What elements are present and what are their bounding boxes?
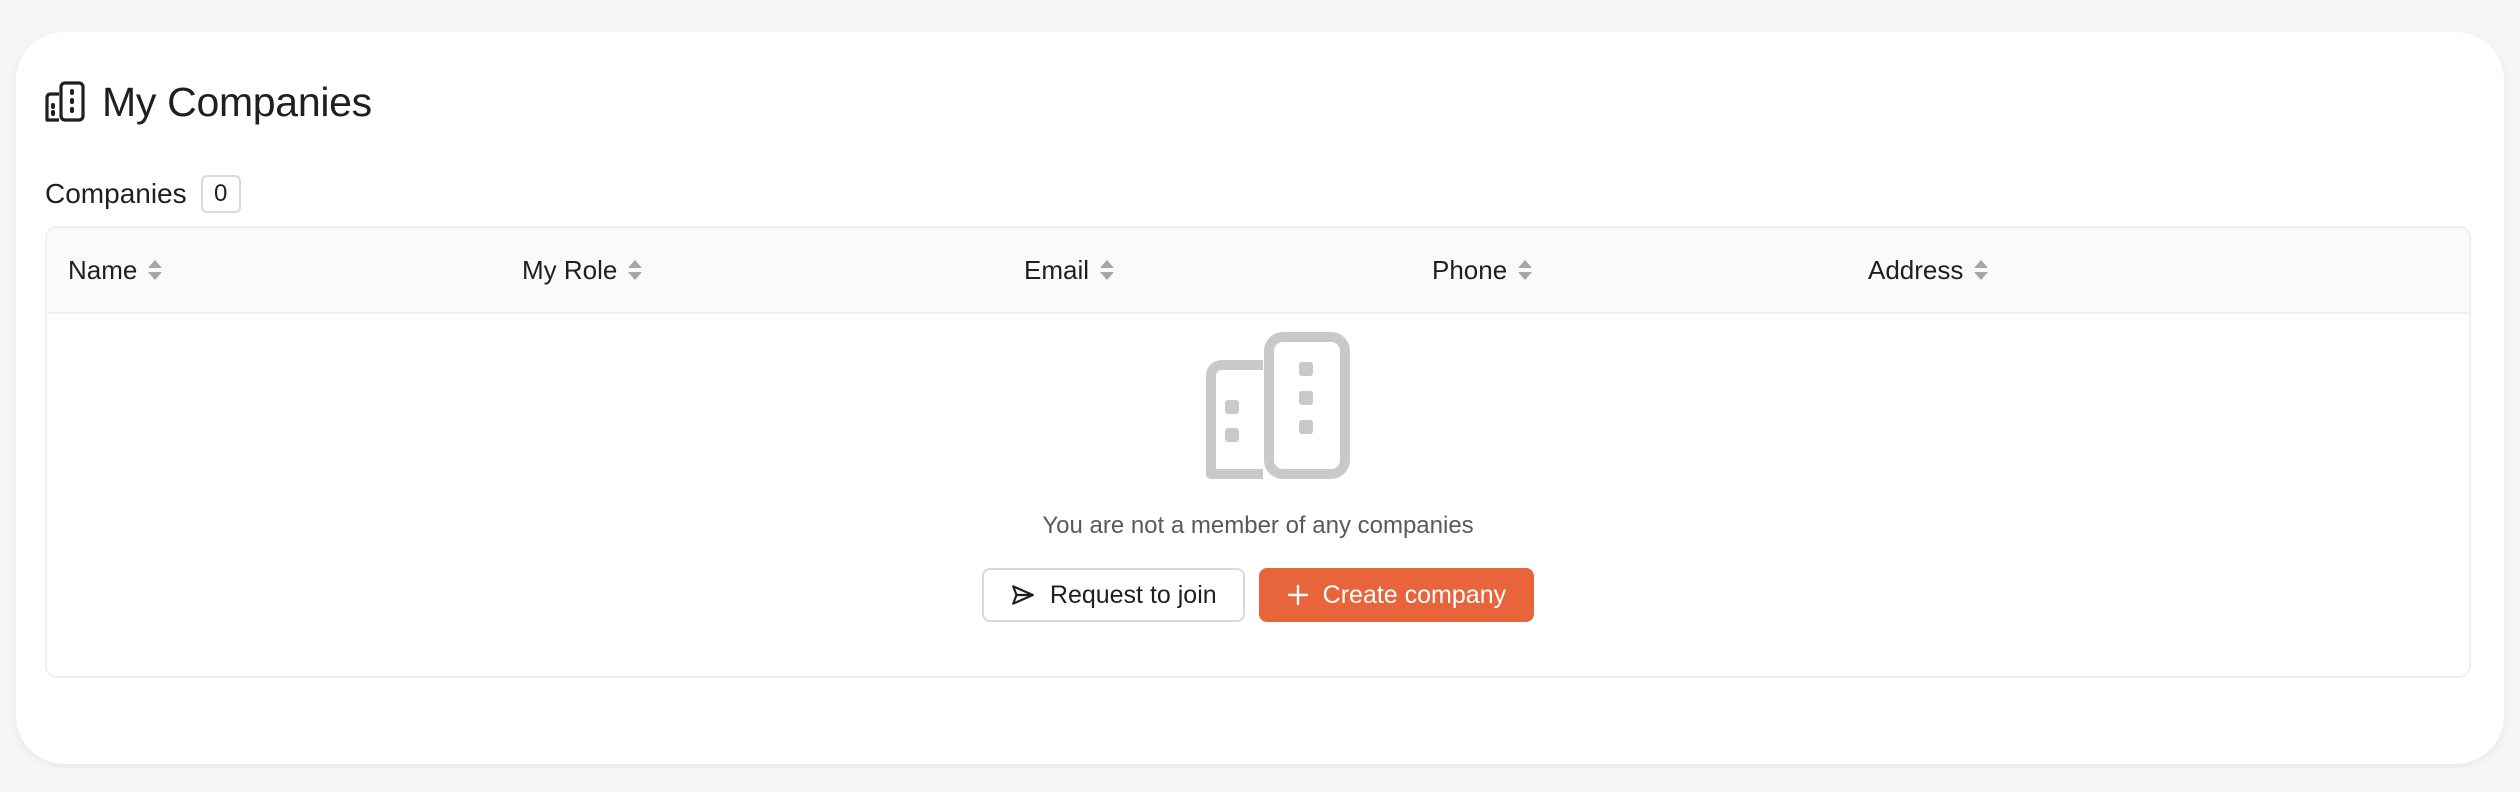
create-company-label: Create company (1322, 580, 1507, 609)
column-header-label: Address (1868, 254, 1964, 285)
column-header-label: Name (68, 254, 138, 285)
column-header-name[interactable]: Name (68, 228, 163, 312)
sort-icon[interactable] (1099, 258, 1115, 282)
empty-state: You are not a member of any companies Re… (47, 314, 2469, 676)
column-header-email[interactable]: Email (1024, 228, 1115, 312)
sort-icon[interactable] (1517, 258, 1533, 282)
page-header: My Companies (44, 72, 372, 132)
building-icon (44, 80, 88, 124)
sort-icon[interactable] (627, 258, 643, 282)
column-header-label: Phone (1432, 254, 1508, 285)
column-header-label: Email (1024, 254, 1090, 285)
building-icon (1203, 332, 1353, 482)
column-header-label: My Role (522, 254, 618, 285)
companies-count-badge: 0 (200, 175, 241, 213)
request-to-join-button[interactable]: Request to join (981, 568, 1245, 622)
create-company-button[interactable]: Create company (1258, 568, 1535, 622)
empty-state-message: You are not a member of any companies (1042, 512, 1474, 539)
sort-icon[interactable] (147, 258, 163, 282)
empty-state-actions: Request to join Create company (47, 568, 2469, 622)
companies-label: Companies (45, 178, 187, 209)
table-header: Name My Role Email Phone Address (47, 228, 2469, 314)
send-icon (1010, 582, 1036, 608)
companies-count-row: Companies 0 (45, 174, 241, 214)
request-to-join-label: Request to join (1049, 580, 1217, 609)
companies-table: Name My Role Email Phone Address You are… (45, 226, 2471, 678)
column-header-phone[interactable]: Phone (1432, 228, 1533, 312)
plus-icon (1287, 584, 1309, 606)
column-header-my-role[interactable]: My Role (522, 228, 643, 312)
page-title: My Companies (102, 78, 372, 125)
companies-card: My Companies Companies 0 Name My Role Em… (16, 32, 2504, 764)
column-header-address[interactable]: Address (1868, 228, 1989, 312)
sort-icon[interactable] (1973, 258, 1989, 282)
